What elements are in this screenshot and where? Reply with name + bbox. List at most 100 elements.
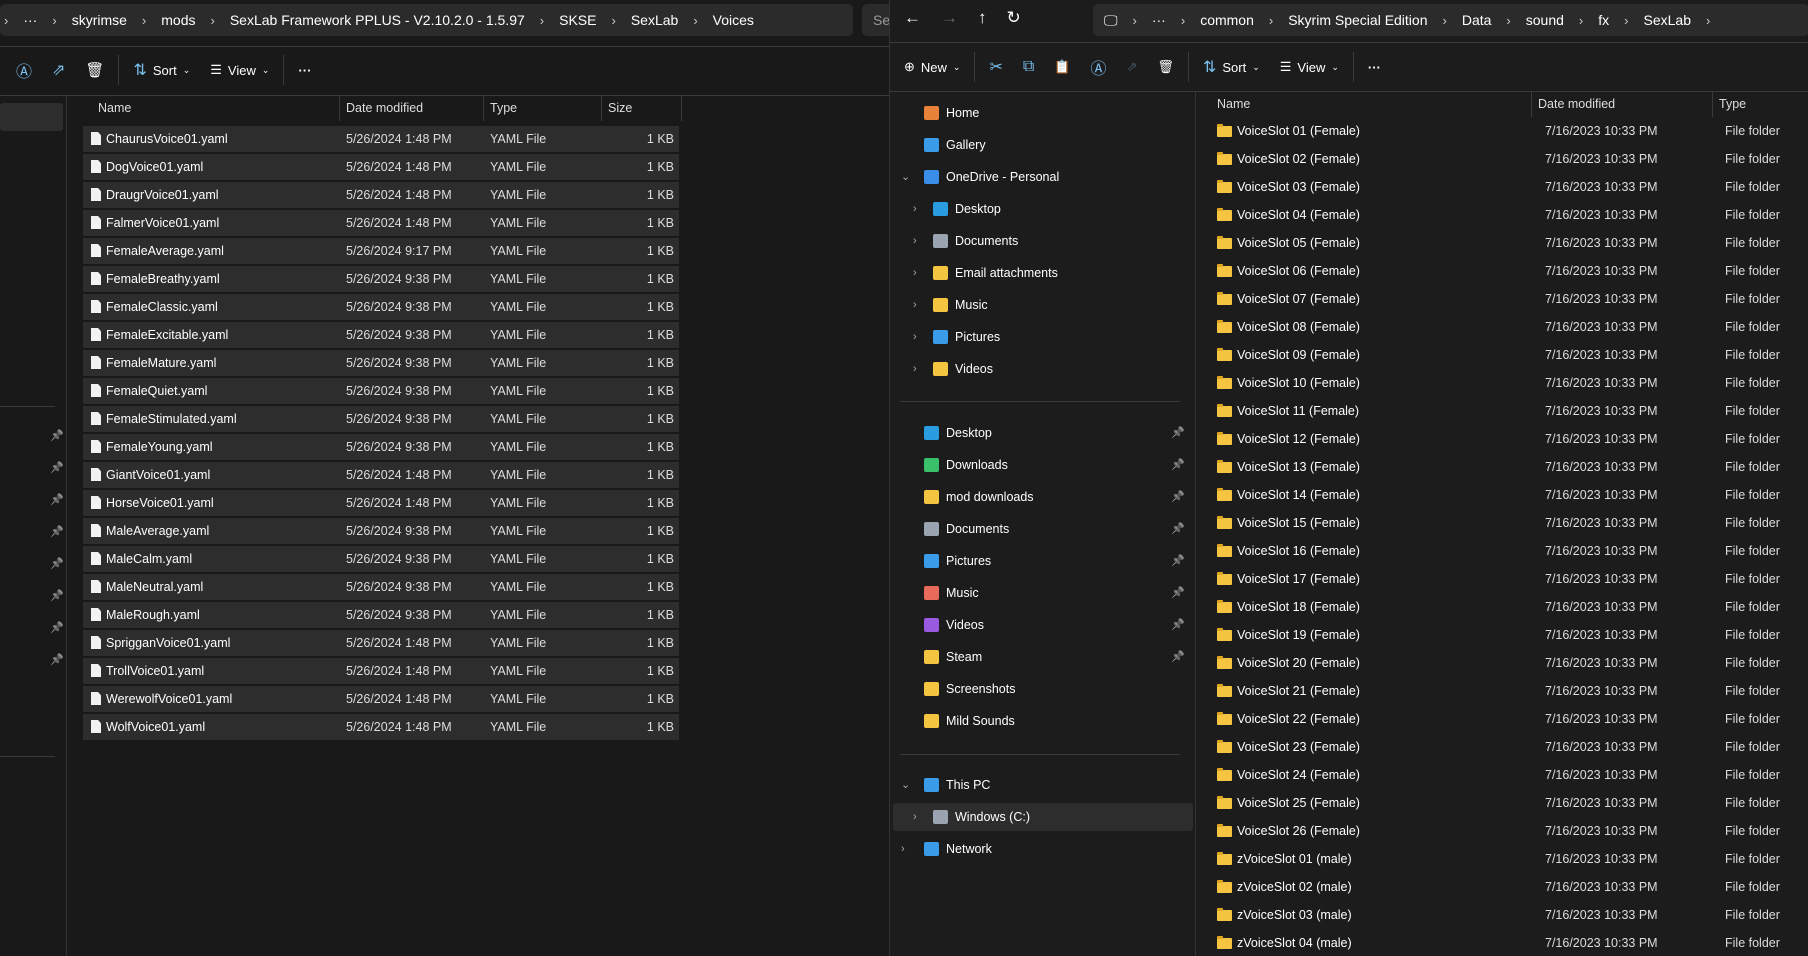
file-row[interactable]: FemaleQuiet.yaml 5/26/2024 9:38 PM YAML Fi… (83, 378, 679, 404)
folder-row[interactable]: VoiceSlot 13 (Female) 7/16/2023 10:33 PM F… (1199, 454, 1808, 480)
nav-item-windows-c-[interactable]: › Windows (C:) (893, 803, 1193, 831)
cut-button[interactable]: ✂ (979, 51, 1012, 83)
nav-item-pictures[interactable]: Pictures 📌 (893, 547, 1193, 575)
pin-icon[interactable]: 📌 (1171, 419, 1185, 447)
chevron-right-icon[interactable]: › (913, 259, 917, 287)
file-row[interactable]: ChaurusVoice01.yaml 5/26/2024 1:48 PM YAML… (83, 126, 679, 152)
folder-row[interactable]: VoiceSlot 20 (Female) 7/16/2023 10:33 PM F… (1199, 650, 1808, 676)
folder-row[interactable]: VoiceSlot 11 (Female) 7/16/2023 10:33 PM F… (1199, 398, 1808, 424)
address-bar[interactable]: 🖵 › ··· › common › Skyrim Special Edition › Data… (1093, 4, 1808, 36)
nav-item-videos[interactable]: › Videos (893, 355, 1193, 383)
folder-row[interactable]: VoiceSlot 03 (Female) 7/16/2023 10:33 PM F… (1199, 174, 1808, 200)
pin-icon[interactable]: 📌 (50, 525, 64, 538)
delete-button[interactable]: 🗑 (1147, 51, 1184, 83)
view-button[interactable]: ☰ View ⌄ (1270, 51, 1349, 83)
column-header-type[interactable]: Type (1713, 92, 1808, 117)
file-row[interactable]: MaleAverage.yaml 5/26/2024 9:38 PM YAML Fi… (83, 518, 679, 544)
folder-row[interactable]: VoiceSlot 04 (Female) 7/16/2023 10:33 PM F… (1199, 202, 1808, 228)
folder-row[interactable]: VoiceSlot 12 (Female) 7/16/2023 10:33 PM F… (1199, 426, 1808, 452)
copy-button[interactable]: ⧉ (1013, 51, 1044, 83)
nav-item-desktop[interactable]: Desktop 📌 (893, 419, 1193, 447)
pin-icon[interactable]: 📌 (1171, 515, 1185, 543)
pin-icon[interactable]: 📌 (50, 621, 64, 634)
file-row[interactable]: FalmerVoice01.yaml 5/26/2024 1:48 PM YAML … (83, 210, 679, 236)
folder-row[interactable]: zVoiceSlot 02 (male) 7/16/2023 10:33 PM Fi… (1199, 874, 1808, 900)
file-row[interactable]: TrollVoice01.yaml 5/26/2024 1:48 PM YAML F… (83, 658, 679, 684)
nav-item-desktop[interactable]: › Desktop (893, 195, 1193, 223)
file-row[interactable]: FemaleBreathy.yaml 5/26/2024 9:38 PM YAML … (83, 266, 679, 292)
folder-row[interactable]: zVoiceSlot 03 (male) 7/16/2023 10:33 PM Fi… (1199, 902, 1808, 928)
file-row[interactable]: SprigganVoice01.yaml 5/26/2024 1:48 PM YAM… (83, 630, 679, 656)
pin-icon[interactable]: 📌 (50, 589, 64, 602)
nav-item-onedrive-personal[interactable]: ⌄ OneDrive - Personal (893, 163, 1193, 191)
view-button[interactable]: ☰ View ⌄ (200, 54, 279, 86)
overflow-button[interactable]: ··· (1141, 12, 1177, 28)
file-row[interactable]: FemaleAverage.yaml 5/26/2024 9:17 PM YAML … (83, 238, 679, 264)
pin-icon[interactable]: 📌 (1171, 483, 1185, 511)
breadcrumb-item[interactable]: SexLab Framework PPLUS - V2.10.2.0 - 1.5… (219, 12, 536, 28)
pin-icon[interactable]: 📌 (1171, 547, 1185, 575)
folder-row[interactable]: VoiceSlot 14 (Female) 7/16/2023 10:33 PM F… (1199, 482, 1808, 508)
file-row[interactable]: MaleNeutral.yaml 5/26/2024 9:38 PM YAML Fi… (83, 574, 679, 600)
folder-row[interactable]: VoiceSlot 15 (Female) 7/16/2023 10:33 PM F… (1199, 510, 1808, 536)
folder-row[interactable]: VoiceSlot 23 (Female) 7/16/2023 10:33 PM F… (1199, 734, 1808, 760)
chevron-right-icon[interactable]: › (913, 291, 917, 319)
nav-item-pictures[interactable]: › Pictures (893, 323, 1193, 351)
file-row[interactable]: FemaleClassic.yaml 5/26/2024 9:38 PM YAML … (83, 294, 679, 320)
folder-row[interactable]: zVoiceSlot 01 (male) 7/16/2023 10:33 PM Fi… (1199, 846, 1808, 872)
overflow-button[interactable]: ··· (12, 12, 48, 28)
folder-row[interactable]: VoiceSlot 10 (Female) 7/16/2023 10:33 PM F… (1199, 370, 1808, 396)
nav-item-mod-downloads[interactable]: mod downloads 📌 (893, 483, 1193, 511)
folder-row[interactable]: VoiceSlot 09 (Female) 7/16/2023 10:33 PM F… (1199, 342, 1808, 368)
paste-button[interactable]: 📋 (1044, 51, 1080, 83)
folder-row[interactable]: VoiceSlot 01 (Female) 7/16/2023 10:33 PM F… (1199, 118, 1808, 144)
folder-row[interactable]: VoiceSlot 21 (Female) 7/16/2023 10:33 PM F… (1199, 678, 1808, 704)
nav-item-music[interactable]: › Music (893, 291, 1193, 319)
nav-item-downloads[interactable]: Downloads 📌 (893, 451, 1193, 479)
selected-nav-item[interactable] (0, 103, 63, 131)
folder-row[interactable]: VoiceSlot 19 (Female) 7/16/2023 10:33 PM F… (1199, 622, 1808, 648)
up-button[interactable]: ↑ (968, 2, 997, 34)
nav-item-videos[interactable]: Videos 📌 (893, 611, 1193, 639)
file-row[interactable]: FemaleYoung.yaml 5/26/2024 9:38 PM YAML Fi… (83, 434, 679, 460)
folder-row[interactable]: VoiceSlot 06 (Female) 7/16/2023 10:33 PM F… (1199, 258, 1808, 284)
column-header-date-modified[interactable]: Date modified (340, 96, 484, 121)
sort-button[interactable]: ⇅ Sort ⌄ (123, 54, 200, 86)
chevron-down-icon[interactable]: ⌄ (901, 163, 910, 191)
nav-item-documents[interactable]: Documents 📌 (893, 515, 1193, 543)
pin-icon[interactable]: 📌 (50, 493, 64, 506)
column-header-size[interactable]: Size (602, 96, 682, 121)
breadcrumb-item[interactable]: Data (1451, 12, 1503, 28)
nav-item-screenshots[interactable]: Screenshots (893, 675, 1193, 703)
pin-icon[interactable]: 📌 (50, 461, 64, 474)
breadcrumb-item[interactable]: SexLab (1633, 12, 1702, 28)
file-row[interactable]: WerewolfVoice01.yaml 5/26/2024 1:48 PM YAM… (83, 686, 679, 712)
folder-row[interactable]: VoiceSlot 05 (Female) 7/16/2023 10:33 PM F… (1199, 230, 1808, 256)
column-header-name[interactable]: Name (92, 96, 340, 121)
file-row[interactable]: HorseVoice01.yaml 5/26/2024 1:48 PM YAML F… (83, 490, 679, 516)
file-row[interactable]: FemaleExcitable.yaml 5/26/2024 9:38 PM YAM… (83, 322, 679, 348)
breadcrumb-item[interactable]: Skyrim Special Edition (1277, 12, 1438, 28)
file-row[interactable]: FemaleStimulated.yaml 5/26/2024 9:38 PM YA… (83, 406, 679, 432)
folder-row[interactable]: zVoiceSlot 04 (male) 7/16/2023 10:33 PM Fi… (1199, 930, 1808, 956)
breadcrumb-item[interactable]: common (1189, 12, 1265, 28)
breadcrumb-item[interactable]: Voices (702, 12, 765, 28)
breadcrumb-item[interactable]: fx (1587, 12, 1620, 28)
file-row[interactable]: FemaleMature.yaml 5/26/2024 9:38 PM YAML F… (83, 350, 679, 376)
folder-row[interactable]: VoiceSlot 17 (Female) 7/16/2023 10:33 PM F… (1199, 566, 1808, 592)
file-row[interactable]: DogVoice01.yaml 5/26/2024 1:48 PM YAML Fil… (83, 154, 679, 180)
delete-button[interactable]: 🗑 (75, 54, 114, 86)
folder-row[interactable]: VoiceSlot 25 (Female) 7/16/2023 10:33 PM F… (1199, 790, 1808, 816)
rename-button[interactable]: Ⓐ (6, 54, 42, 86)
nav-item-network[interactable]: › Network (893, 835, 1193, 863)
folder-row[interactable]: VoiceSlot 18 (Female) 7/16/2023 10:33 PM F… (1199, 594, 1808, 620)
column-header-date-modified[interactable]: Date modified (1532, 92, 1713, 117)
share-button[interactable]: ⇗ (42, 54, 75, 86)
folder-row[interactable]: VoiceSlot 02 (Female) 7/16/2023 10:33 PM F… (1199, 146, 1808, 172)
chevron-down-icon[interactable]: ⌄ (901, 771, 910, 799)
nav-item-mild-sounds[interactable]: Mild Sounds (893, 707, 1193, 735)
chevron-right-icon[interactable]: › (913, 355, 917, 383)
nav-item-email-attachments[interactable]: › Email attachments (893, 259, 1193, 287)
pin-icon[interactable]: 📌 (50, 429, 64, 442)
nav-item-steam[interactable]: Steam 📌 (893, 643, 1193, 671)
